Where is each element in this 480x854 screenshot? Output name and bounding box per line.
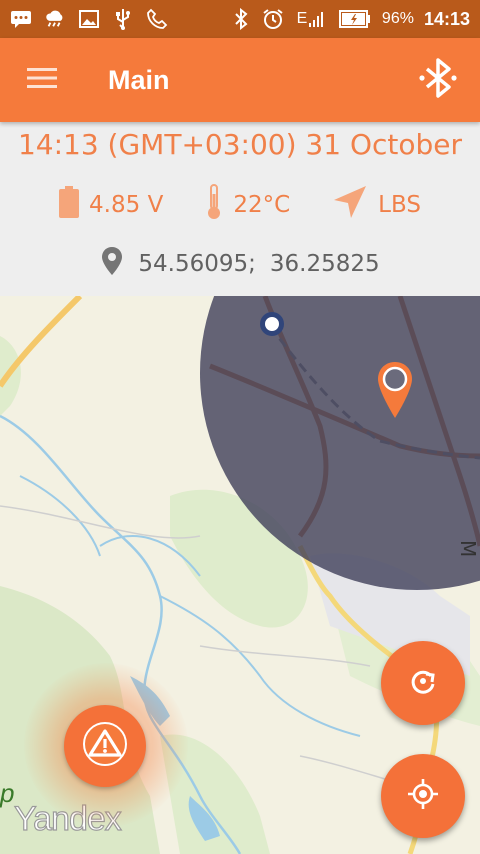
battery-percent: 96% xyxy=(381,10,414,27)
device-location-marker[interactable] xyxy=(376,360,414,424)
message-icon xyxy=(10,8,32,30)
navigation-arrow-icon xyxy=(332,184,368,226)
coordinates-row: 54.56095; 36.25825 xyxy=(0,246,480,282)
weather-icon xyxy=(44,8,66,30)
latitude-value: 54.56095; xyxy=(138,251,256,277)
battery-level-icon xyxy=(59,186,80,224)
gallery-icon xyxy=(78,8,100,30)
bluetooth-button[interactable] xyxy=(396,38,480,122)
device-info-panel: 14:13 (GMT+03:00) 31 October 4.85 V 22°C… xyxy=(0,122,480,296)
menu-button[interactable] xyxy=(0,38,84,122)
thermometer-icon xyxy=(205,184,223,226)
location-source-stat: LBS xyxy=(332,184,421,226)
page-title: Main xyxy=(108,64,170,95)
bluetooth-status-icon xyxy=(230,8,252,30)
longitude-value: 36.25825 xyxy=(269,251,380,277)
last-update-datetime: 14:13 (GMT+03:00) 31 October xyxy=(17,128,463,161)
device-stats: 4.85 V 22°C LBS xyxy=(0,184,480,226)
app-bar: Main xyxy=(0,38,480,122)
temperature-stat: 22°C xyxy=(205,184,290,226)
status-time: 14:13 xyxy=(423,8,470,29)
map-label-fragment: р xyxy=(0,778,15,808)
temperature-value: 22°C xyxy=(233,192,291,218)
refresh-location-button[interactable] xyxy=(381,641,465,725)
bluetooth-icon xyxy=(418,56,458,104)
map-pin-icon xyxy=(378,362,412,418)
menu-icon xyxy=(27,67,57,93)
status-bar: E 96% 14:13 xyxy=(0,0,480,38)
my-location-button[interactable] xyxy=(381,754,465,838)
alarm-icon xyxy=(262,8,284,30)
call-icon xyxy=(146,8,168,30)
voltage-value: 4.85 V xyxy=(89,192,164,218)
track-point-marker[interactable] xyxy=(260,312,284,336)
location-pin-icon xyxy=(100,246,124,282)
voltage-stat: 4.85 V xyxy=(59,186,163,224)
my-location-icon xyxy=(407,778,439,814)
map-label-partial: M xyxy=(456,540,480,558)
signal-icon: E xyxy=(294,8,328,30)
location-source-value: LBS xyxy=(378,192,421,218)
warning-icon xyxy=(83,722,127,770)
battery-icon xyxy=(338,8,372,30)
sos-button[interactable] xyxy=(64,705,146,787)
refresh-icon xyxy=(408,666,438,700)
usb-icon xyxy=(112,8,134,30)
